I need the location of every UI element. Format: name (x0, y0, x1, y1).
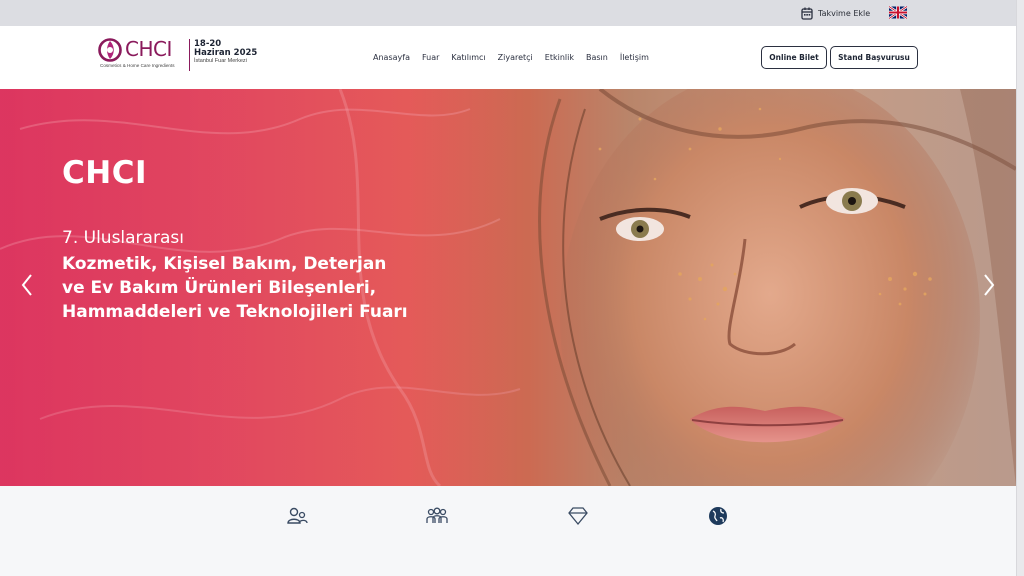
nav-item-iletisim[interactable]: İletişim (620, 53, 649, 62)
chevron-left-icon[interactable] (18, 272, 36, 298)
nav-item-basin[interactable]: Basın (586, 53, 608, 62)
nav-item-fuar[interactable]: Fuar (422, 53, 439, 62)
nav-item-etkinlik[interactable]: Etkinlik (545, 53, 574, 62)
add-to-calendar-link[interactable]: Takvime Ekle (801, 6, 870, 20)
logo-wordmark: CHCI (125, 37, 172, 61)
site-header: CHCI Cosmetics & Home Care Ingredients 1… (0, 26, 1016, 89)
online-ticket-button[interactable]: Online Bilet (761, 46, 827, 69)
visitors-icon[interactable] (286, 506, 308, 526)
hero-subtitle-line: Hammaddeleri ve Teknolojileri Fuarı (62, 302, 408, 322)
participants-icon[interactable] (426, 506, 448, 526)
nav-item-ziyaretci[interactable]: Ziyaretçi (498, 53, 533, 62)
stand-application-button[interactable]: Stand Başvurusu (830, 46, 918, 69)
diamond-icon[interactable] (567, 506, 589, 526)
nav-item-katilimci[interactable]: Katılımcı (451, 53, 485, 62)
logo-divider (189, 39, 190, 71)
main-nav: Anasayfa Fuar Katılımcı Ziyaretçi Etkinl… (373, 53, 661, 62)
add-to-calendar-label: Takvime Ekle (818, 8, 871, 18)
logo-emblem-icon (98, 38, 122, 62)
hero-subtitle-line: ve Ev Bakım Ürünleri Bileşenleri, (62, 278, 377, 298)
event-month-year: Haziran 2025 (194, 47, 258, 58)
top-utility-bar: Takvime Ekle (0, 0, 1016, 26)
calendar-icon (801, 7, 813, 20)
features-strip (0, 486, 1016, 576)
page-scrollbar[interactable] (1016, 0, 1024, 576)
hero-slider: CHCI 7. Uluslararası Kozmetik, Kişisel B… (0, 89, 1016, 486)
globe-icon[interactable] (707, 506, 729, 526)
chevron-right-icon[interactable] (980, 272, 998, 298)
hero-title: CHCI (62, 155, 147, 191)
hero-subtitle: Kozmetik, Kişisel Bakım, Deterjan ve Ev … (62, 252, 408, 324)
event-date-block: 18-20 Haziran 2025 İstanbul Fuar Merkezi (194, 40, 257, 65)
hero-kicker: 7. Uluslararası (62, 228, 184, 248)
nav-item-anasayfa[interactable]: Anasayfa (373, 53, 410, 62)
uk-flag-icon[interactable] (889, 6, 907, 19)
hero-subtitle-line: Kozmetik, Kişisel Bakım, Deterjan (62, 254, 387, 274)
logo-tagline: Cosmetics & Home Care Ingredients (100, 63, 175, 68)
chci-logo[interactable]: CHCI Cosmetics & Home Care Ingredients 1… (98, 35, 258, 75)
event-venue: İstanbul Fuar Merkezi (194, 57, 247, 64)
